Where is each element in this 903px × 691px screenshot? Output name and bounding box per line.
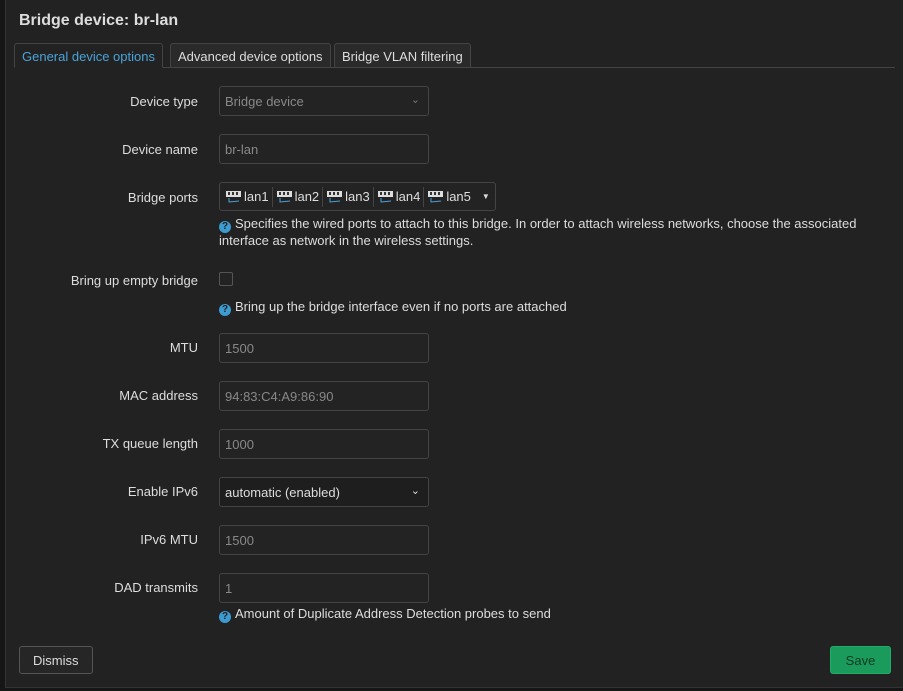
port-lan4: lan4: [374, 186, 425, 207]
mac-input[interactable]: 94:83:C4:A9:86:90: [219, 381, 429, 411]
dad-label: DAD transmits: [114, 580, 198, 595]
dad-input[interactable]: 1: [219, 573, 429, 603]
help-icon: ?: [219, 221, 231, 233]
mac-label: MAC address: [119, 388, 198, 403]
port-lan3: lan3: [323, 186, 374, 207]
modal-title: Bridge device: br-lan: [19, 12, 179, 29]
dad-help: ? Amount of Duplicate Address Detection p…: [219, 606, 551, 623]
ipv6-select[interactable]: automatic (enabled) ⌄: [219, 477, 429, 507]
bridge-ports-dropdown[interactable]: lan1 lan2 lan3 lan4 lan5 ▼: [219, 182, 496, 211]
txqueue-input[interactable]: 1000: [219, 429, 429, 459]
bridge-ports-label: Bridge ports: [127, 190, 198, 205]
mtu-input[interactable]: 1500: [219, 333, 429, 363]
tab-bar: General device options Advanced device o…: [14, 43, 895, 68]
port-lan5: lan5: [424, 187, 474, 207]
help-icon: ?: [219, 304, 231, 316]
help-icon: ?: [219, 611, 231, 623]
ipv6-label: Enable IPv6: [127, 484, 198, 499]
ipv6-value: automatic (enabled): [225, 485, 340, 500]
chevron-down-icon: ⌄: [410, 485, 420, 497]
bridge-ports-help: ? Specifies the wired ports to attach to …: [219, 216, 857, 248]
ethernet-port-icon: [276, 191, 292, 203]
device-type-label: Device type: [130, 94, 198, 109]
device-name-label: Device name: [122, 142, 198, 157]
ethernet-port-icon: [377, 191, 393, 203]
port-lan1: lan1: [222, 186, 273, 207]
empty-bridge-checkbox[interactable]: [219, 272, 233, 286]
txqueue-label: TX queue length: [102, 436, 198, 451]
ipv6-mtu-label: IPv6 MTU: [140, 532, 198, 547]
dropdown-arrow-icon: ▼: [481, 192, 490, 201]
chevron-down-icon: ⌄: [410, 94, 420, 106]
save-button[interactable]: Save: [830, 646, 891, 674]
device-type-value: Bridge device: [225, 94, 304, 109]
ethernet-port-icon: [226, 191, 241, 203]
ipv6-mtu-input[interactable]: 1500: [219, 525, 429, 555]
empty-bridge-help: ? Bring up the bridge interface even if n…: [219, 299, 567, 316]
tab-vlan-filtering[interactable]: Bridge VLAN filtering: [334, 43, 471, 68]
dismiss-button[interactable]: Dismiss: [19, 646, 93, 674]
ethernet-port-icon: [428, 191, 444, 203]
bridge-device-modal: Bridge device: br-lan General device opt…: [5, 0, 903, 688]
port-lan2: lan2: [273, 186, 324, 207]
device-type-select[interactable]: Bridge device ⌄: [219, 86, 429, 116]
tab-general[interactable]: General device options: [14, 43, 163, 68]
empty-bridge-label: Bring up empty bridge: [70, 273, 198, 288]
mtu-label: MTU: [169, 340, 198, 355]
device-name-input[interactable]: br-lan: [219, 134, 429, 164]
ethernet-port-icon: [327, 191, 343, 203]
tab-advanced[interactable]: Advanced device options: [170, 43, 331, 68]
